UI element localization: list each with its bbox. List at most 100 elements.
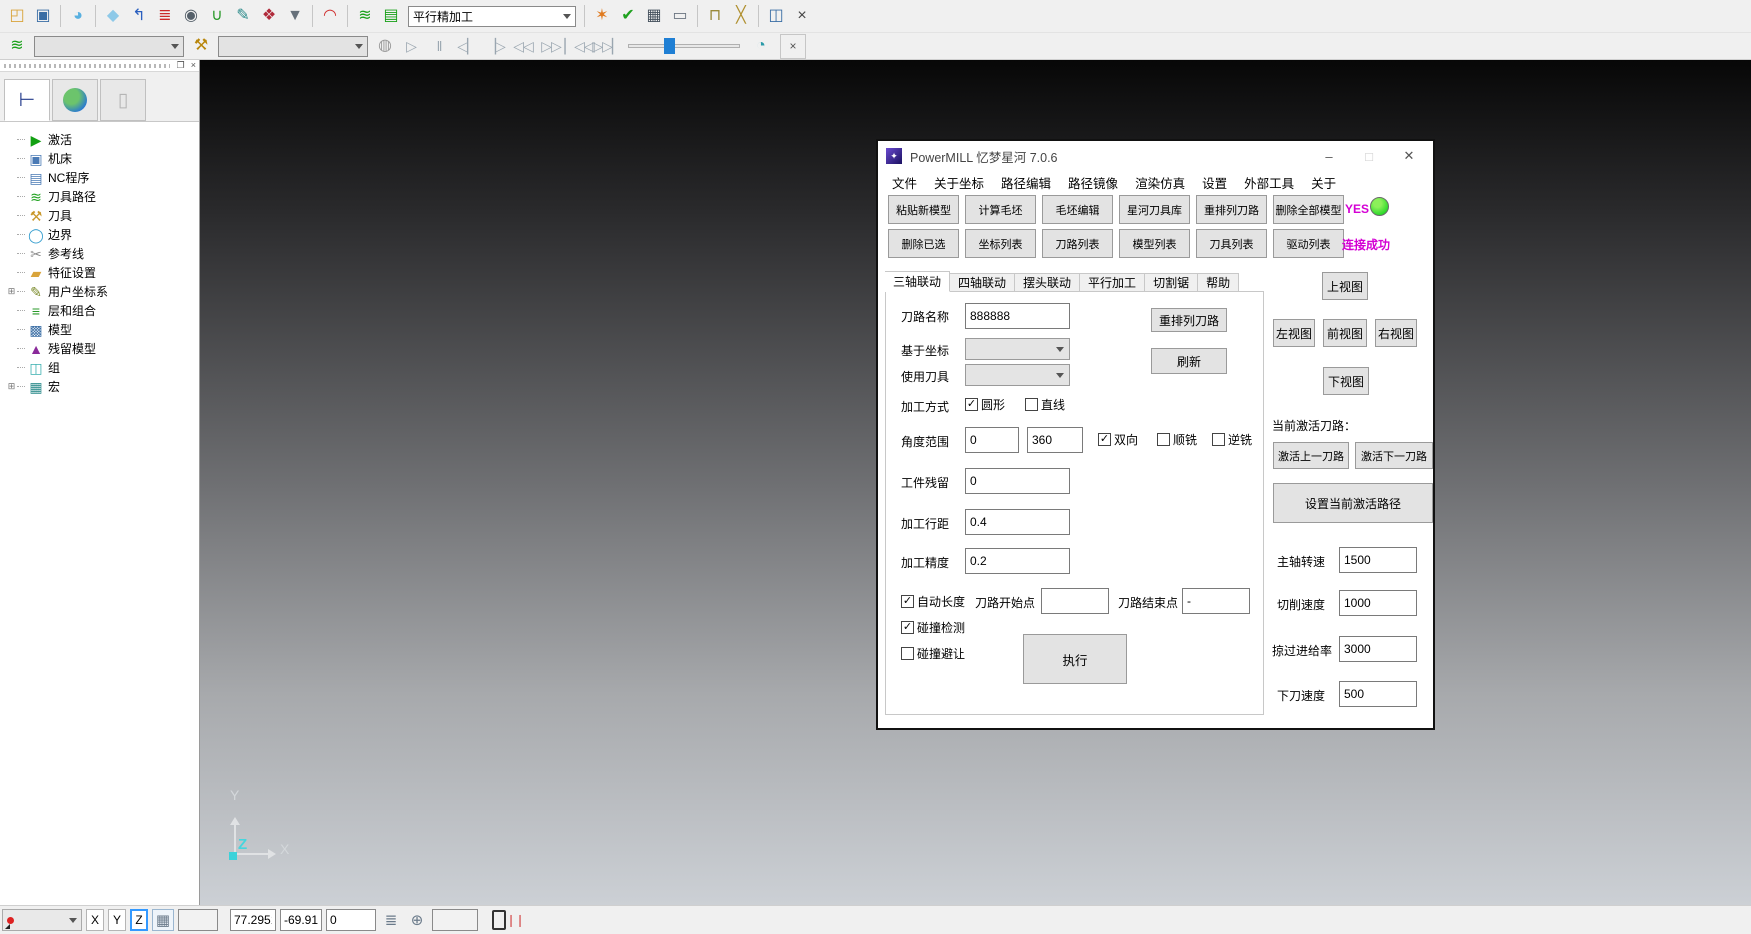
delete-selected-button[interactable]: 删除已选 xyxy=(888,229,959,258)
expander-icon[interactable]: ⊞ xyxy=(6,286,17,297)
strategy-list-icon[interactable]: ▤ xyxy=(378,4,404,29)
toolpath-ribbon-icon[interactable]: ≋ xyxy=(352,4,378,29)
curve-editor-icon[interactable]: ✎ xyxy=(230,4,256,29)
climb-checkbox[interactable] xyxy=(1157,433,1170,446)
axis-x-button[interactable]: X xyxy=(86,909,104,931)
clock-icon[interactable]: ◔ xyxy=(748,34,774,59)
tab-3axis[interactable]: 三轴联动 xyxy=(885,271,950,292)
active-toolpath-icon[interactable]: ✶ xyxy=(589,4,615,29)
calculator-icon[interactable]: ▦ xyxy=(641,4,667,29)
coordinate-list-icon[interactable]: ≣ xyxy=(380,909,402,931)
explorer-grip[interactable]: ❐ × xyxy=(0,60,199,72)
separator[interactable] xyxy=(758,5,759,27)
activate-next-toolpath-button[interactable]: 激活下一刀路 xyxy=(1355,442,1433,469)
toolpath-links-icon[interactable]: ↰ xyxy=(126,4,152,29)
tree-item-nc-programs[interactable]: ▤ NC程序 xyxy=(6,168,199,187)
verify-toolpath-icon[interactable]: ✔ xyxy=(615,4,641,29)
coordinate-x-input[interactable] xyxy=(230,909,276,931)
simulation-speed-slider[interactable] xyxy=(628,37,740,55)
open-project-icon[interactable]: ◰ xyxy=(4,4,30,29)
tree-item-stock-models[interactable]: ▲ 残留模型 xyxy=(6,339,199,358)
tree-item-boundaries[interactable]: ◯ 边界 xyxy=(6,225,199,244)
leads-icon[interactable]: ≣ xyxy=(152,4,178,29)
feature-set-icon[interactable]: ▼ xyxy=(282,4,308,29)
axis-y-button[interactable]: Y xyxy=(108,909,126,931)
tab-help[interactable]: 帮助 xyxy=(1198,273,1239,292)
tree-item-machine[interactable]: ▣ 机床 xyxy=(6,149,199,168)
close-button[interactable]: ✕ xyxy=(1389,141,1429,171)
probe-position-icon[interactable]: ⊕ xyxy=(406,909,428,931)
use-tool-combobox[interactable] xyxy=(965,364,1070,386)
tree-item-patterns[interactable]: ✂ 参考线 xyxy=(6,244,199,263)
refresh-button[interactable]: 刷新 xyxy=(1151,348,1227,374)
front-view-button[interactable]: 前视图 xyxy=(1323,319,1367,347)
tab-cutting-saw[interactable]: 切割锯 xyxy=(1145,273,1198,292)
tree-item-feature-sets[interactable]: ▰ 特征设置 xyxy=(6,263,199,282)
expander-icon[interactable]: ⊞ xyxy=(6,381,17,392)
panel-close-icon[interactable]: × xyxy=(188,61,199,70)
separator[interactable] xyxy=(60,5,61,27)
measure-icon[interactable]: ▭ xyxy=(667,4,693,29)
circular-checkbox[interactable] xyxy=(965,398,978,411)
grid-snap-icon[interactable]: ▦ xyxy=(152,909,174,931)
based-coord-combobox[interactable] xyxy=(965,338,1070,360)
tool-pair-icon[interactable]: ◫ xyxy=(763,4,789,29)
tree-item-models[interactable]: ▩ 模型 xyxy=(6,320,199,339)
menu-file[interactable]: 文件 xyxy=(892,173,917,192)
explorer-tree-tab[interactable]: ⊢ xyxy=(4,79,50,121)
pattern-icon[interactable]: ❖ xyxy=(256,4,282,29)
rearrange-toolpaths-button[interactable]: 重排列刀路 xyxy=(1196,195,1267,224)
activate-prev-toolpath-button[interactable]: 激活上一刀路 xyxy=(1273,442,1349,469)
block-edit-button[interactable]: 毛坯编辑 xyxy=(1042,195,1113,224)
paste-new-model-button[interactable]: 粘贴新模型 xyxy=(888,195,959,224)
collision-check-checkbox[interactable] xyxy=(901,621,914,634)
coordinate-z-input[interactable] xyxy=(326,909,376,931)
model-list-button[interactable]: 模型列表 xyxy=(1119,229,1190,258)
collision-check-icon[interactable]: ◠ xyxy=(317,4,343,29)
tree-item-tools[interactable]: ⚒ 刀具 xyxy=(6,206,199,225)
set-active-path-button[interactable]: 设置当前激活路径 xyxy=(1273,483,1433,523)
delete-all-models-button[interactable]: 删除全部模型 xyxy=(1273,195,1344,224)
tolerance-input[interactable] xyxy=(965,548,1070,574)
cursor-mode-combobox[interactable] xyxy=(2,909,82,931)
explorer-trash-tab[interactable]: ▯ xyxy=(100,79,146,121)
separator[interactable] xyxy=(697,5,698,27)
tab-swivel-head[interactable]: 摆头联动 xyxy=(1015,273,1080,292)
menu-about[interactable]: 关于 xyxy=(1311,173,1336,192)
stock-remain-input[interactable] xyxy=(965,468,1070,494)
bulb-icon[interactable]: ◍ xyxy=(372,34,398,59)
cutting-feed-input[interactable] xyxy=(1339,590,1417,616)
xinghe-tool-library-button[interactable]: 星河刀具库 xyxy=(1119,195,1190,224)
menu-about-coords[interactable]: 关于坐标 xyxy=(934,173,984,192)
tool-list-button[interactable]: 刀具列表 xyxy=(1196,229,1267,258)
boundary-icon[interactable]: ∪ xyxy=(204,4,230,29)
step-forward-button[interactable]: ▕▷ xyxy=(482,34,508,59)
stepover-input[interactable] xyxy=(965,509,1070,535)
rewind-button[interactable]: ◁◁ xyxy=(510,34,536,59)
sim-tool-combobox[interactable] xyxy=(218,36,368,57)
toolpath-name-input[interactable] xyxy=(965,303,1070,329)
menu-external-tools[interactable]: 外部工具 xyxy=(1244,173,1294,192)
tool-holder-icon[interactable]: ⊓ xyxy=(702,4,728,29)
drive-list-button[interactable]: 驱动列表 xyxy=(1273,229,1344,258)
coordinate-list-button[interactable]: 坐标列表 xyxy=(965,229,1036,258)
tree-item-toolpaths[interactable]: ≋ 刀具路径 xyxy=(6,187,199,206)
swap-tools-icon[interactable]: ╳ xyxy=(728,4,754,29)
left-view-button[interactable]: 左视图 xyxy=(1273,319,1315,347)
slider-handle[interactable] xyxy=(664,38,675,54)
angle-from-input[interactable] xyxy=(965,427,1019,453)
tab-4axis[interactable]: 四轴联动 xyxy=(950,273,1015,292)
menu-render-sim[interactable]: 渲染仿真 xyxy=(1135,173,1185,192)
rearrange-toolpaths-button-2[interactable]: 重排列刀路 xyxy=(1151,308,1227,332)
separator[interactable] xyxy=(312,5,313,27)
sim-close-icon[interactable]: × xyxy=(780,34,806,59)
tree-item-levels[interactable]: ≡ 层和组合 xyxy=(6,301,199,320)
conventional-checkbox[interactable] xyxy=(1212,433,1225,446)
save-project-icon[interactable]: ▣ xyxy=(30,4,56,29)
go-to-start-button[interactable]: ▏◁◁ xyxy=(566,34,592,59)
separator[interactable] xyxy=(347,5,348,27)
separator[interactable] xyxy=(584,5,585,27)
tree-item-groups[interactable]: ◫ 组 xyxy=(6,358,199,377)
menu-settings[interactable]: 设置 xyxy=(1202,173,1227,192)
menu-path-edit[interactable]: 路径编辑 xyxy=(1001,173,1051,192)
